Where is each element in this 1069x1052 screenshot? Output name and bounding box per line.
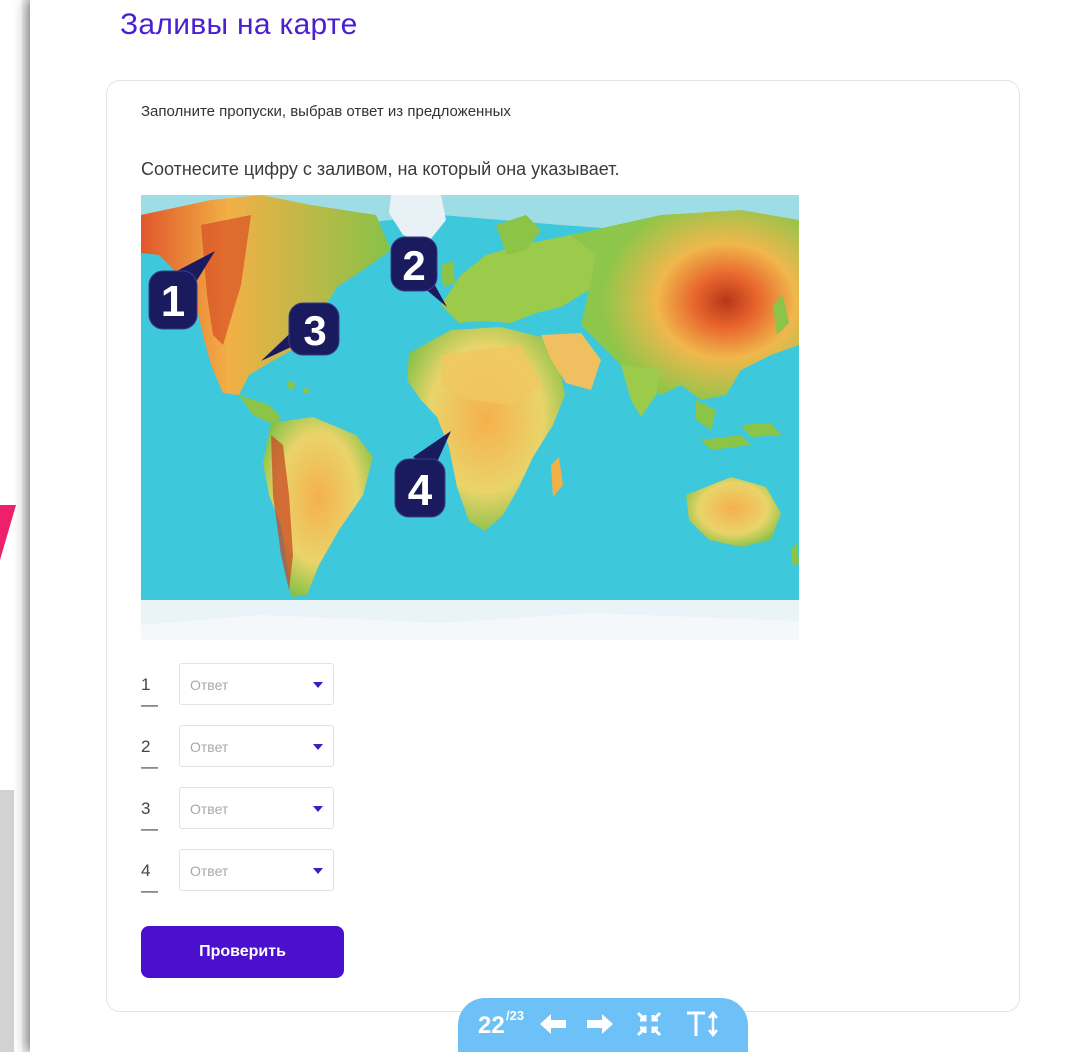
select-placeholder: Ответ [190, 739, 229, 755]
check-button[interactable]: Проверить [141, 926, 344, 978]
svg-text:3: 3 [303, 307, 326, 354]
arrow-left-icon[interactable] [538, 1010, 568, 1043]
task-question: Соотнесите цифру с заливом, на который о… [141, 159, 620, 179]
select-placeholder: Ответ [190, 863, 229, 879]
caret-down-icon [313, 868, 323, 874]
world-map-graphic: 1 2 3 4 [141, 195, 799, 640]
svg-text:4: 4 [408, 466, 433, 515]
answer-number: 1 — [141, 675, 158, 714]
answer-select-4[interactable]: Ответ [179, 849, 334, 891]
select-placeholder: Ответ [190, 801, 229, 817]
current-page-number: 22 [478, 1012, 505, 1039]
arrow-right-icon[interactable] [585, 1010, 615, 1043]
task-instruction: Заполните пропуски, выбрав ответ из пред… [141, 103, 511, 120]
background-shadow [0, 790, 14, 1052]
caret-down-icon [313, 744, 323, 750]
caret-down-icon [313, 682, 323, 688]
svg-text:1: 1 [161, 277, 185, 326]
text-size-icon[interactable] [684, 1010, 720, 1043]
collapse-icon[interactable] [635, 1010, 663, 1043]
select-placeholder: Ответ [190, 677, 229, 693]
answer-select-2[interactable]: Ответ [179, 725, 334, 767]
lesson-page: Заливы на карте Заполните пропуски, выбр… [30, 0, 1069, 1052]
total-pages: /23 [506, 1008, 525, 1023]
answer-number: 4 — [141, 861, 158, 900]
reader-toolbar: 22 /23 [458, 998, 748, 1052]
svg-text:2: 2 [402, 242, 425, 289]
caret-down-icon [313, 806, 323, 812]
answer-number: 2 — [141, 737, 158, 776]
answer-select-1[interactable]: Ответ [179, 663, 334, 705]
task-card: Заполните пропуски, выбрав ответ из пред… [106, 80, 1020, 1012]
page-title: Заливы на карте [120, 8, 358, 41]
answer-select-3[interactable]: Ответ [179, 787, 334, 829]
answer-number: 3 — [141, 799, 158, 838]
world-map-image: 1 2 3 4 [141, 195, 799, 640]
